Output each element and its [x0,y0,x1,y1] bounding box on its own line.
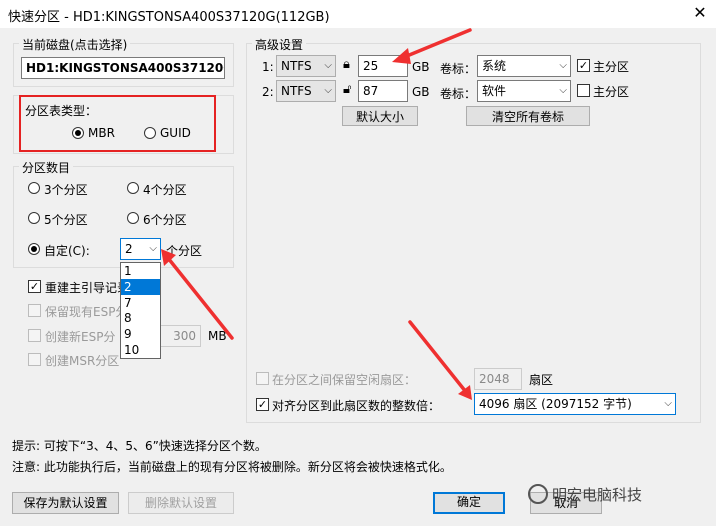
arrow-to-size [392,28,472,64]
annotation-arrows [161,28,472,400]
arrow-to-align [408,320,472,400]
arrow-to-custom [161,249,234,340]
